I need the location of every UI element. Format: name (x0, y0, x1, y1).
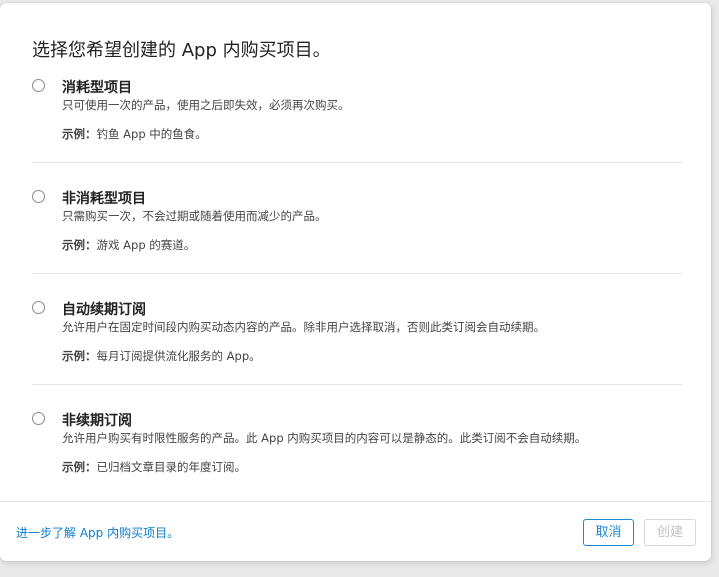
radio-non-renewing[interactable] (32, 412, 45, 425)
example-label: 示例： (62, 127, 97, 141)
example-label: 示例： (62, 238, 97, 252)
option-example: 示例：每月订阅提供流化服务的 App。 (62, 348, 261, 364)
example-text: 钓鱼 App 中的鱼食。 (96, 127, 207, 141)
radio-non-consumable[interactable] (32, 190, 45, 203)
footer-divider (0, 501, 711, 502)
option-title: 非消耗型项目 (62, 191, 146, 207)
example-label: 示例： (62, 460, 97, 474)
option-title: 消耗型项目 (62, 80, 132, 96)
cancel-button[interactable]: 取消 (583, 519, 634, 546)
option-description: 允许用户在固定时间段内购买动态内容的产品。除非用户选择取消，否则此类订阅会自动续… (62, 320, 545, 334)
radio-auto-renewable[interactable] (32, 301, 45, 314)
option-divider (32, 384, 682, 385)
option-description: 只可使用一次的产品，使用之后即失效，必须再次购买。 (62, 98, 350, 112)
option-divider (32, 273, 682, 274)
option-divider (32, 162, 682, 163)
option-title: 自动续期订阅 (62, 302, 146, 318)
create-iap-dialog: 选择您希望创建的 App 内购买项目。 消耗型项目 只可使用一次的产品，使用之后… (0, 3, 711, 561)
example-label: 示例： (62, 349, 97, 363)
dialog-title: 选择您希望创建的 App 内购买项目。 (32, 40, 331, 61)
option-description: 允许用户购买有时限性服务的产品。此 App 内购买项目的内容可以是静态的。此类订… (62, 431, 587, 445)
create-button[interactable]: 创建 (644, 519, 696, 546)
option-example: 示例：钓鱼 App 中的鱼食。 (62, 126, 207, 142)
example-text: 已归档文章目录的年度订阅。 (96, 460, 247, 474)
radio-consumable[interactable] (32, 79, 45, 92)
option-title: 非续期订阅 (62, 413, 132, 429)
example-text: 每月订阅提供流化服务的 App。 (96, 349, 261, 363)
option-example: 示例：游戏 App 的赛道。 (62, 237, 195, 253)
example-text: 游戏 App 的赛道。 (96, 238, 196, 252)
learn-more-link[interactable]: 进一步了解 App 内购买项目。 (16, 524, 179, 541)
option-description: 只需购买一次，不会过期或随着使用而减少的产品。 (62, 209, 327, 223)
option-example: 示例：已归档文章目录的年度订阅。 (62, 459, 246, 475)
